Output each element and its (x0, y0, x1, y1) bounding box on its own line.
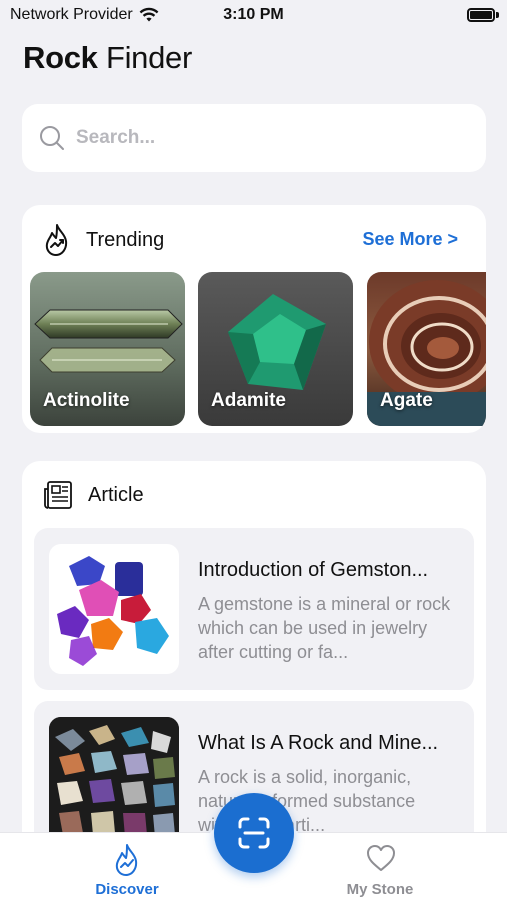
app-title-bold: Rock (23, 40, 98, 75)
nav-discover[interactable]: Discover (57, 833, 197, 900)
discover-flame-icon (115, 844, 138, 876)
trending-header: Trending (42, 223, 164, 257)
article-thumbnail-gemstones (49, 544, 179, 674)
search-bar[interactable] (22, 104, 486, 172)
article-title: What Is A Rock and Mine... (198, 732, 439, 754)
scan-icon (238, 817, 270, 849)
status-bar: Network Provider 3:10 PM (0, 0, 507, 32)
stone-card-actinolite[interactable]: Actinolite (30, 272, 185, 426)
see-more-link[interactable]: See More > (362, 229, 458, 250)
newspaper-icon (44, 481, 72, 509)
article-thumbnail-minerals (49, 717, 179, 847)
scan-button[interactable] (214, 793, 294, 873)
search-input[interactable] (76, 127, 436, 149)
stone-name-actinolite: Actinolite (43, 390, 130, 411)
trending-section: Trending See More > Actinolite Adamite A… (22, 205, 486, 433)
heart-icon (367, 845, 395, 871)
stone-name-adamite: Adamite (211, 390, 286, 411)
article-excerpt: A gemstone is a mineral or rock which ca… (198, 594, 451, 662)
nav-my-stone[interactable]: My Stone (310, 833, 450, 900)
status-time: 3:10 PM (223, 6, 284, 23)
stone-card-agate[interactable]: Agate (367, 272, 486, 426)
nav-discover-label: Discover (95, 881, 159, 898)
app-title-light: Finder (105, 40, 193, 75)
article-title: Introduction of Gemston... (198, 559, 429, 581)
article-section-title: Article (88, 483, 144, 506)
stone-card-adamite[interactable]: Adamite (198, 272, 353, 426)
app-title: Rock Finder (23, 40, 192, 76)
stone-name-agate: Agate (380, 390, 433, 411)
nav-my-stone-label: My Stone (346, 881, 414, 898)
battery-tip (496, 12, 499, 18)
trending-carousel[interactable]: Actinolite Adamite Agate (30, 272, 486, 426)
search-icon (40, 126, 64, 150)
trending-flame-icon (45, 224, 68, 256)
trending-title: Trending (86, 228, 165, 251)
article-header: Article (42, 479, 144, 511)
article-item[interactable]: Introduction of Gemston... A gemstone is… (34, 528, 474, 690)
battery-icon (467, 8, 495, 22)
